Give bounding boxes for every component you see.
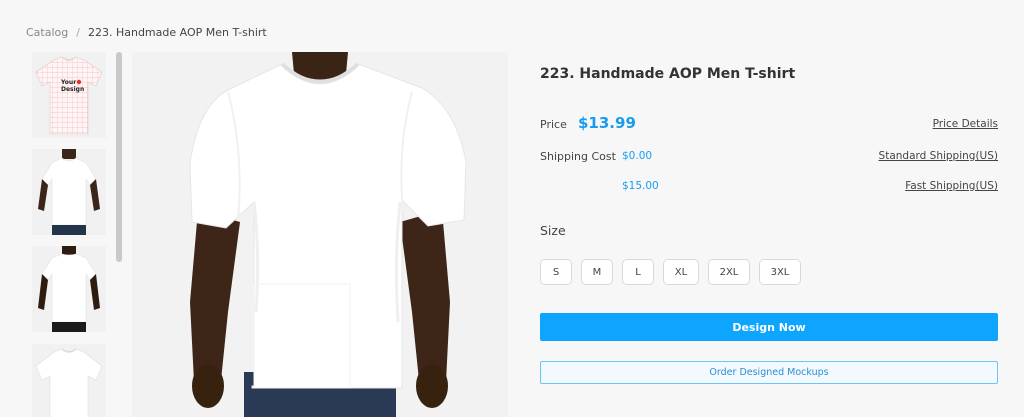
price-details-link[interactable]: Price Details (933, 118, 998, 130)
thumbnail-model-front[interactable] (32, 149, 106, 235)
size-option-2xl[interactable]: 2XL (708, 259, 750, 285)
svg-text:Design: Design (61, 86, 84, 93)
thumbnail-list: Your Design (30, 52, 118, 417)
design-now-button[interactable]: Design Now (540, 313, 998, 341)
breadcrumb-separator: / (76, 26, 80, 39)
size-option-xl[interactable]: XL (663, 259, 699, 285)
thumbnail-logo-text: Your (60, 79, 76, 86)
price-value: $13.99 (578, 114, 636, 132)
price-label: Price (540, 118, 567, 131)
shipping-cost-label: Shipping Cost (540, 150, 616, 163)
product-page: Catalog / 223. Handmade AOP Men T-shirt … (0, 0, 1024, 417)
standard-shipping-cost: $0.00 (622, 150, 653, 162)
size-option-3xl[interactable]: 3XL (759, 259, 801, 285)
main-product-image (132, 52, 508, 417)
breadcrumb-current: 223. Handmade AOP Men T-shirt (87, 26, 267, 39)
size-option-m[interactable]: M (581, 259, 613, 285)
product-details: 223. Handmade AOP Men T-shirt Price $13.… (540, 0, 1000, 417)
order-designed-mockups-button[interactable]: Order Designed Mockups (540, 361, 998, 384)
breadcrumb: Catalog / 223. Handmade AOP Men T-shirt (26, 26, 267, 39)
fast-shipping-cost: $15.00 (622, 180, 659, 192)
thumbnail-scrollbar[interactable] (116, 52, 122, 262)
thumbnail-model-back[interactable] (32, 246, 106, 332)
fast-shipping-link[interactable]: Fast Shipping(US) (905, 180, 998, 192)
thumbnail-pattern-front[interactable]: Your Design (32, 52, 106, 138)
standard-shipping-link[interactable]: Standard Shipping(US) (879, 150, 998, 162)
thumbnail-scrollbar-thumb[interactable] (116, 52, 122, 262)
product-title: 223. Handmade AOP Men T-shirt (540, 66, 796, 82)
breadcrumb-catalog-link[interactable]: Catalog (26, 26, 68, 39)
size-option-l[interactable]: L (622, 259, 654, 285)
size-options: S M L XL 2XL 3XL (540, 259, 801, 285)
size-label: Size (540, 223, 566, 238)
size-option-s[interactable]: S (540, 259, 572, 285)
thumbnail-flat-front[interactable] (32, 344, 106, 417)
